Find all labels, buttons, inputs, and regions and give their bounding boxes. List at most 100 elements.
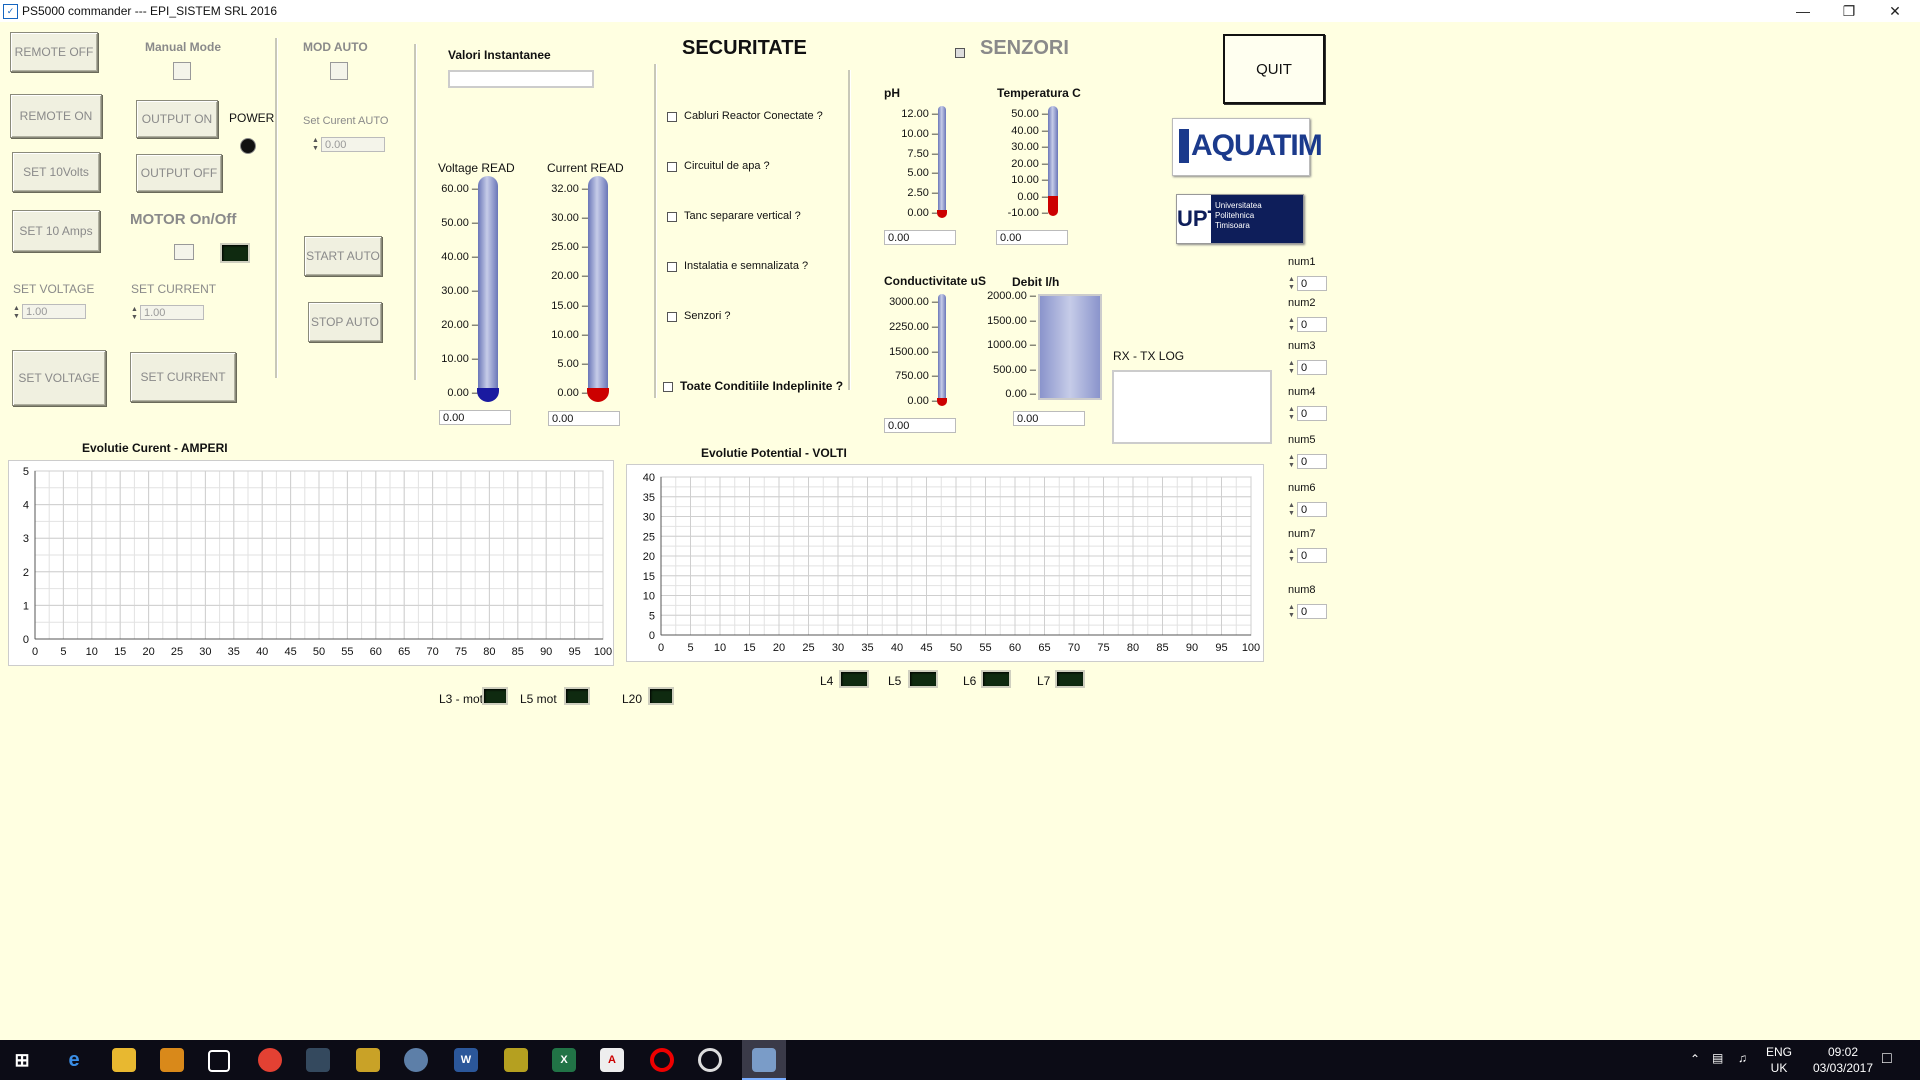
security-checkbox[interactable] bbox=[667, 112, 677, 122]
volume-icon[interactable]: ♫ bbox=[1738, 1051, 1747, 1065]
acrobat-icon[interactable]: A bbox=[600, 1048, 624, 1072]
network-icon[interactable]: ▤ bbox=[1712, 1051, 1723, 1065]
restore-button[interactable]: ❐ bbox=[1826, 0, 1872, 22]
mod-auto-checkbox[interactable] bbox=[330, 62, 348, 80]
gauge-tick-label: 50.00 – bbox=[1011, 108, 1048, 120]
gauge-tick-label: 5.00 – bbox=[907, 167, 938, 180]
word-icon[interactable]: W bbox=[454, 1048, 478, 1072]
ph-gauge bbox=[938, 106, 946, 214]
start-icon[interactable]: ⊞ bbox=[10, 1048, 34, 1072]
y-tick-label: 10 bbox=[643, 591, 655, 603]
num-field[interactable]: 0 bbox=[1297, 317, 1327, 332]
voltage-read-field: 0.00 bbox=[439, 410, 511, 425]
num-field[interactable]: 0 bbox=[1297, 454, 1327, 469]
clock-date: 03/03/2017 bbox=[1812, 1061, 1874, 1075]
x-tick-label: 65 bbox=[398, 646, 410, 658]
labview-icon[interactable] bbox=[504, 1048, 528, 1072]
security-checkbox[interactable] bbox=[667, 212, 677, 222]
active-app-tab[interactable] bbox=[742, 1040, 786, 1080]
power-indicator bbox=[240, 138, 256, 154]
rxtx-log[interactable] bbox=[1112, 370, 1272, 444]
num-spinner[interactable]: ▲ ▼ bbox=[1288, 406, 1296, 422]
num-spinner[interactable]: ▲ ▼ bbox=[1288, 604, 1296, 620]
led-l5mot-label: L5 mot bbox=[520, 692, 557, 706]
gauge-tick-label: 20.00 – bbox=[551, 270, 588, 283]
set-current-button[interactable]: SET CURRENT bbox=[130, 352, 236, 402]
notification-icon[interactable]: □ bbox=[1882, 1050, 1892, 1068]
num-field[interactable]: 0 bbox=[1297, 548, 1327, 563]
opera-icon[interactable] bbox=[650, 1048, 674, 1072]
num-spinner[interactable]: ▲ ▼ bbox=[1288, 276, 1296, 292]
set-current-auto-spinner[interactable]: ▲ ▼ bbox=[312, 137, 320, 153]
debit-label: Debit l/h bbox=[1012, 275, 1060, 289]
gauge-tick-label: 0.00 – bbox=[1017, 190, 1048, 203]
chrome-icon[interactable] bbox=[258, 1048, 282, 1072]
output-off-button[interactable]: OUTPUT OFF bbox=[136, 154, 222, 192]
num-spinner[interactable]: ▲ ▼ bbox=[1288, 548, 1296, 564]
all-conditions-checkbox[interactable] bbox=[663, 382, 673, 392]
manual-mode-checkbox[interactable] bbox=[173, 62, 191, 80]
y-tick-label: 2 bbox=[23, 567, 29, 579]
paint-icon[interactable] bbox=[404, 1048, 428, 1072]
edge-icon[interactable]: e bbox=[62, 1048, 86, 1072]
num-spinner[interactable]: ▲ ▼ bbox=[1288, 360, 1296, 376]
app-icon-1[interactable] bbox=[306, 1048, 330, 1072]
set-current-field[interactable]: 1.00 bbox=[140, 305, 204, 320]
upt-line: Universitatea bbox=[1215, 201, 1262, 210]
num-field[interactable]: 0 bbox=[1297, 406, 1327, 421]
y-tick-label: 5 bbox=[649, 610, 655, 622]
set-voltage-field[interactable]: 1.00 bbox=[22, 304, 86, 319]
sensors-checkbox[interactable] bbox=[955, 48, 965, 58]
set-10amps-button[interactable]: SET 10 Amps bbox=[12, 210, 100, 252]
gauge-tick-label: 30.00 – bbox=[441, 285, 478, 297]
num-field[interactable]: 0 bbox=[1297, 276, 1327, 291]
gauge-tick-label: 0.00 – bbox=[557, 387, 588, 399]
set-current-auto-field[interactable]: 0.00 bbox=[321, 137, 385, 152]
x-tick-label: 80 bbox=[1127, 642, 1139, 654]
media-icon[interactable] bbox=[698, 1048, 722, 1072]
num-field[interactable]: 0 bbox=[1297, 502, 1327, 517]
tray-chevron-icon[interactable]: ⌃ bbox=[1690, 1052, 1700, 1066]
upt-logo: UPT Universitatea Politehnica Timisoara bbox=[1176, 194, 1304, 244]
security-checkbox[interactable] bbox=[667, 262, 677, 272]
minimize-button[interactable]: — bbox=[1780, 0, 1826, 22]
security-checkbox[interactable] bbox=[667, 312, 677, 322]
gauge-tick-label: 2.50 – bbox=[907, 187, 938, 200]
current-read-field: 0.00 bbox=[548, 411, 620, 426]
gauge-tick-label: 60.00 – bbox=[441, 183, 478, 195]
num-spinner[interactable]: ▲ ▼ bbox=[1288, 317, 1296, 333]
set-current-spinner[interactable]: ▲ ▼ bbox=[131, 306, 139, 322]
gauge-tick-label: 750.00 – bbox=[895, 370, 938, 383]
set-voltage-label: SET VOLTAGE bbox=[13, 282, 95, 296]
set-10volts-button[interactable]: SET 10Volts bbox=[12, 152, 100, 192]
num-spinner[interactable]: ▲ ▼ bbox=[1288, 454, 1296, 470]
num-field[interactable]: 0 bbox=[1297, 604, 1327, 619]
remote-on-button[interactable]: REMOTE ON bbox=[10, 94, 102, 138]
gauge-tick-label: 0.00 – bbox=[907, 207, 938, 219]
security-checkbox[interactable] bbox=[667, 162, 677, 172]
outlook-icon[interactable] bbox=[160, 1048, 184, 1072]
folder-icon[interactable] bbox=[112, 1048, 136, 1072]
num-spinner[interactable]: ▲ ▼ bbox=[1288, 502, 1296, 518]
set-voltage-spinner[interactable]: ▲ ▼ bbox=[13, 305, 21, 321]
set-voltage-button[interactable]: SET VOLTAGE bbox=[12, 350, 106, 406]
excel-icon[interactable]: X bbox=[552, 1048, 576, 1072]
motor-checkbox[interactable] bbox=[174, 244, 194, 260]
clock[interactable]: 09:02 03/03/2017 bbox=[1808, 1044, 1878, 1076]
start-auto-button[interactable]: START AUTO bbox=[304, 236, 382, 276]
output-on-button[interactable]: OUTPUT ON bbox=[136, 100, 218, 138]
language-indicator[interactable]: ENG UK bbox=[1764, 1044, 1794, 1076]
close-button[interactable]: ✕ bbox=[1872, 0, 1918, 22]
instant-field bbox=[448, 70, 594, 88]
num-field[interactable]: 0 bbox=[1297, 360, 1327, 375]
store-icon[interactable] bbox=[208, 1050, 230, 1072]
gauge-tick-label: 2000.00 – bbox=[987, 290, 1036, 302]
quit-button[interactable]: QUIT bbox=[1223, 34, 1325, 104]
all-conditions-label: Toate Conditiile Indeplinite ? bbox=[680, 379, 844, 393]
x-tick-label: 70 bbox=[426, 646, 438, 658]
manual-mode-label: Manual Mode bbox=[145, 40, 222, 54]
stop-auto-button[interactable]: STOP AUTO bbox=[308, 302, 382, 342]
gauge-tick-label: 12.00 – bbox=[901, 108, 938, 120]
remote-off-button[interactable]: REMOTE OFF bbox=[10, 32, 98, 72]
shield-icon[interactable] bbox=[356, 1048, 380, 1072]
